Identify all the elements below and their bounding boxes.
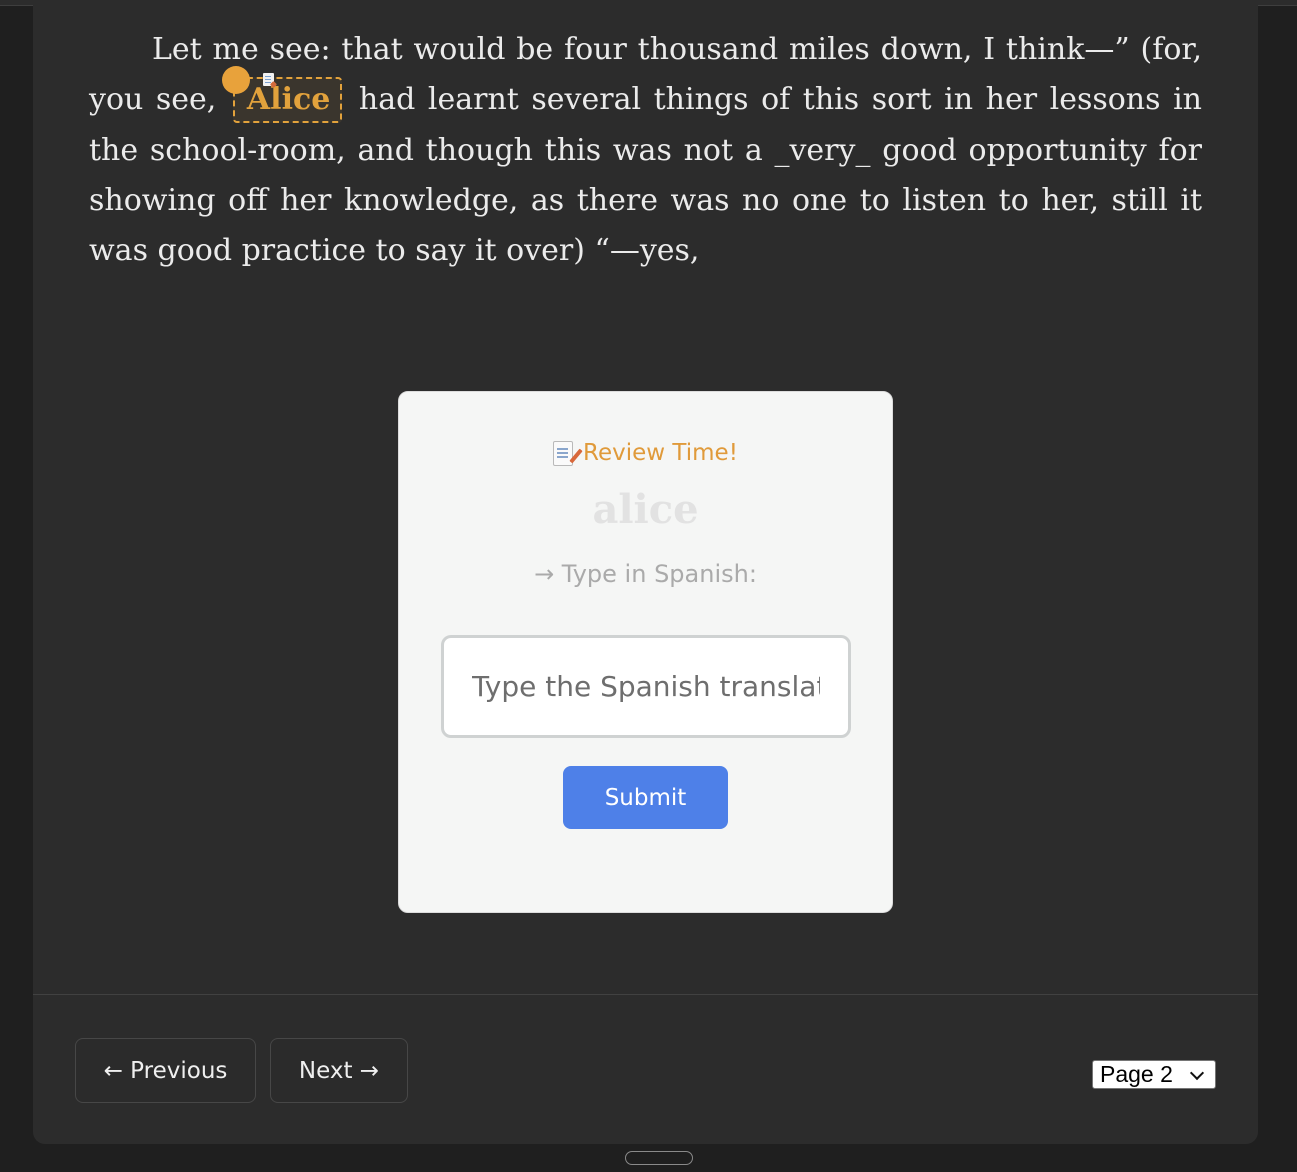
highlighted-word-label: Alice — [246, 82, 331, 118]
highlighted-word[interactable]: Alice — [221, 66, 343, 124]
footer-divider — [33, 994, 1258, 995]
review-prompt: → Type in Spanish: — [534, 560, 757, 588]
page-select[interactable]: Page 2 — [1092, 1060, 1216, 1089]
review-card: Review Time! alice → Type in Spanish: Su… — [398, 391, 893, 913]
resize-handle[interactable] — [625, 1151, 693, 1165]
memo-icon — [553, 440, 574, 466]
next-page-button[interactable]: Next → — [270, 1038, 408, 1103]
highlight-dot-icon — [221, 66, 250, 95]
review-title: Review Time! — [583, 440, 738, 466]
submit-button[interactable]: Submit — [563, 766, 728, 829]
translation-input[interactable] — [441, 635, 851, 738]
review-header: Review Time! — [399, 440, 892, 466]
previous-page-button[interactable]: ← Previous — [75, 1038, 256, 1103]
story-text: Let me see: that would be four thousand … — [89, 25, 1202, 276]
page-select-value: Page 2 — [1100, 1061, 1173, 1087]
reader-panel: Let me see: that would be four thousand … — [33, 5, 1258, 1144]
memo-icon — [262, 73, 274, 87]
chevron-down-icon — [1189, 1065, 1205, 1081]
review-word: alice — [592, 486, 699, 533]
